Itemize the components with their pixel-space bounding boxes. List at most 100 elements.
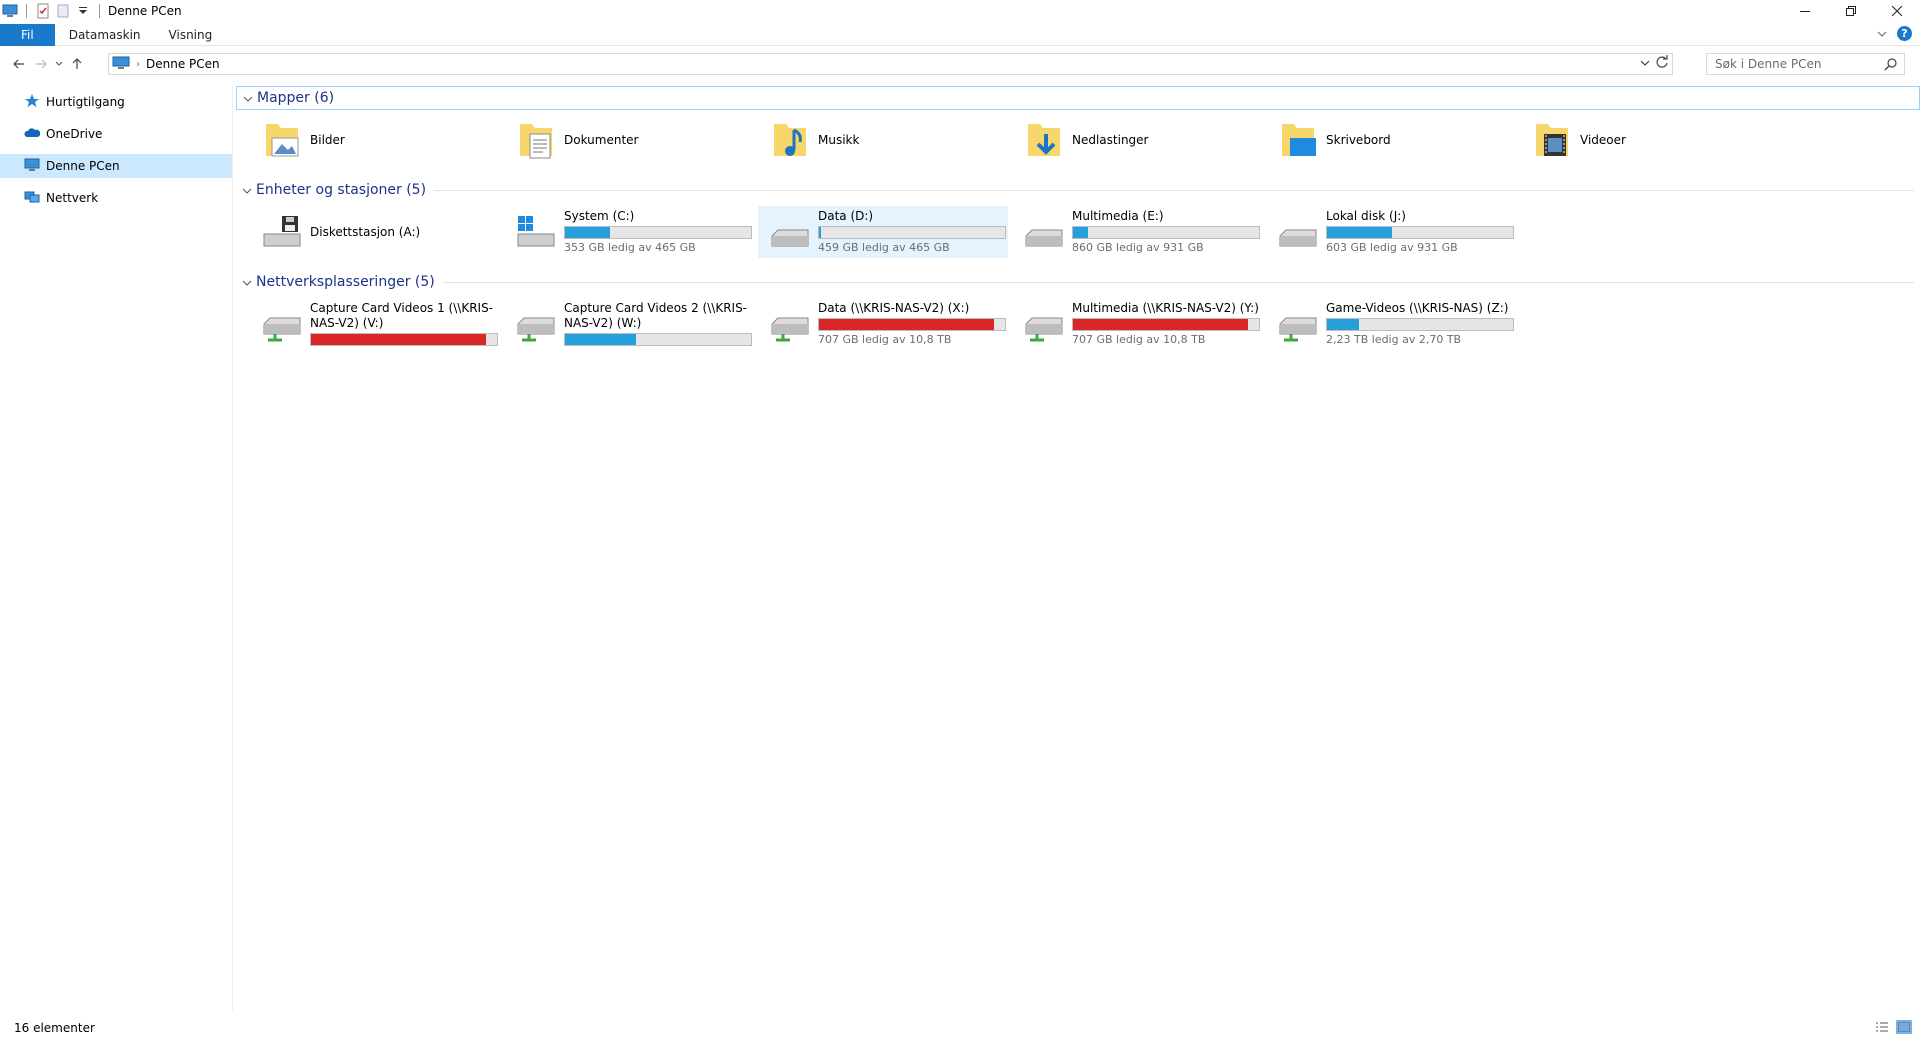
minimize-button[interactable] [1782, 0, 1828, 22]
cloud-icon [24, 125, 41, 144]
window-title: Denne PCen [108, 4, 182, 18]
sidebar-item-onedrive[interactable]: OneDrive [0, 122, 232, 146]
sidebar-item-network[interactable]: Nettverk [0, 186, 232, 210]
chevron-down-icon[interactable] [242, 276, 256, 289]
customize-toolbar-icon[interactable] [75, 3, 91, 19]
help-button[interactable]: ? [1897, 26, 1912, 41]
drive-usage-bar [310, 332, 498, 346]
up-button[interactable] [66, 53, 88, 75]
drive-name: Data (D:) [818, 209, 874, 223]
recent-locations-button[interactable] [52, 53, 66, 75]
search-box[interactable] [1706, 53, 1905, 75]
drive-tile[interactable]: Data (D:) 459 GB ledig av 465 GB [758, 206, 1008, 258]
network-drive-tile[interactable]: Game-Videos (\\KRIS-NAS) (Z:) 2,23 TB le… [1266, 298, 1516, 350]
back-button[interactable] [8, 53, 30, 75]
chevron-down-icon [55, 61, 63, 66]
drive-tile[interactable]: Multimedia (E:) 860 GB ledig av 931 GB [1012, 206, 1262, 258]
drive-name: Data (\\KRIS-NAS-V2) (X:) [818, 301, 970, 315]
network-icon [24, 189, 40, 208]
properties-icon[interactable] [35, 3, 51, 19]
folder-name: Videoer [1580, 132, 1626, 147]
folder-tile[interactable]: Skrivebord [1266, 114, 1516, 166]
drive-name: Multimedia (E:) [1072, 209, 1164, 223]
folder-name: Bilder [310, 132, 345, 147]
tab-computer[interactable]: Datamaskin [55, 24, 155, 46]
computer-icon[interactable] [2, 3, 18, 19]
close-button[interactable] [1874, 0, 1920, 22]
network-drive-icon [512, 300, 560, 348]
group-divider [442, 281, 1914, 283]
drive-usage-bar [1072, 226, 1260, 239]
expand-ribbon-icon[interactable] [1877, 27, 1887, 40]
sidebar-item-this-pc[interactable]: Denne PCen [0, 154, 232, 178]
folder-tile[interactable]: Videoer [1520, 114, 1770, 166]
large-icons-view-icon [1897, 1021, 1911, 1033]
drive-free-space: 2,23 TB ledig av 2,70 TB [1326, 333, 1462, 346]
folder-name: Skrivebord [1326, 132, 1391, 147]
documents-folder-icon [512, 116, 560, 164]
chevron-down-icon[interactable] [243, 92, 257, 105]
search-icon[interactable] [1884, 57, 1898, 74]
network-drive-tile[interactable]: Capture Card Videos 2 (\\KRIS-NAS-V2) (W… [504, 298, 754, 350]
new-folder-icon[interactable] [55, 3, 71, 19]
network-drive-icon [766, 300, 814, 348]
drive-tile[interactable]: Diskettstasjon (A:) [250, 206, 500, 258]
sidebar-item-quick-access[interactable]: Hurtigtilgang [0, 90, 232, 114]
tiles-view-button[interactable] [1896, 1020, 1912, 1034]
network-drive-tile[interactable]: Capture Card Videos 1 (\\KRIS-NAS-V2) (V… [250, 298, 500, 350]
drive-usage-fill [819, 319, 994, 330]
folder-tile[interactable]: Nedlastinger [1012, 114, 1262, 166]
quick-access-toolbar [0, 0, 104, 22]
ribbon-tabs: Fil Datamaskin Visning ? [0, 23, 1920, 46]
folder-tile[interactable]: Bilder [250, 114, 500, 166]
folder-tile[interactable]: Dokumenter [504, 114, 754, 166]
group-title: Nettverksplasseringer (5) [256, 274, 435, 290]
network-drive-tile[interactable]: Data (\\KRIS-NAS-V2) (X:) 707 GB ledig a… [758, 298, 1008, 350]
chevron-down-icon[interactable] [242, 184, 256, 197]
drive-usage-bar [818, 318, 1006, 331]
details-view-button[interactable] [1874, 1020, 1890, 1034]
up-arrow-icon [72, 58, 82, 69]
drive-name: Game-Videos (\\KRIS-NAS) (Z:) [1326, 301, 1509, 315]
refresh-icon[interactable] [1655, 55, 1669, 73]
address-bar[interactable]: › Denne PCen [108, 53, 1673, 75]
drive-usage-fill [565, 227, 610, 238]
drive-usage-bar [1326, 318, 1514, 331]
drive-name: Multimedia (\\KRIS-NAS-V2) (Y:) [1072, 301, 1259, 315]
group-header-network[interactable]: Nettverksplasseringer (5) [236, 270, 1920, 294]
group-header-folders[interactable]: Mapper (6) [236, 86, 1920, 110]
restore-button[interactable] [1828, 0, 1874, 22]
drive-tile[interactable]: System (C:) 353 GB ledig av 465 GB [504, 206, 754, 258]
downloads-folder-icon [1020, 116, 1068, 164]
navigation-pane: Hurtigtilgang OneDrive Denne PCen Nettve… [0, 86, 233, 1012]
forward-button[interactable] [30, 53, 52, 75]
tab-file[interactable]: Fil [0, 23, 55, 46]
breadcrumb-separator-icon[interactable]: › [136, 59, 140, 70]
folder-name: Musikk [818, 132, 860, 147]
drive-name: Diskettstasjon (A:) [310, 224, 421, 239]
toolbar-separator [99, 4, 100, 18]
computer-icon [24, 157, 40, 176]
navigation-bar: › Denne PCen [0, 51, 1920, 77]
breadcrumb-this-pc[interactable]: Denne PCen [146, 57, 220, 71]
folder-tile[interactable]: Musikk [758, 114, 1008, 166]
star-icon [24, 93, 40, 112]
sidebar-item-label: OneDrive [46, 127, 103, 141]
drive-free-space: 353 GB ledig av 465 GB [564, 241, 696, 254]
drive-name: System (C:) [564, 209, 635, 223]
title-bar: Denne PCen [0, 0, 1920, 22]
drive-usage-fill [1327, 227, 1393, 238]
network-drive-tile[interactable]: Multimedia (\\KRIS-NAS-V2) (Y:) 707 GB l… [1012, 298, 1262, 350]
address-dropdown-icon[interactable] [1640, 56, 1650, 69]
view-switcher [1874, 1020, 1912, 1034]
drive-tile[interactable]: Lokal disk (J:) 603 GB ledig av 931 GB [1266, 206, 1516, 258]
group-header-devices[interactable]: Enheter og stasjoner (5) [236, 178, 1920, 202]
network-drive-icon [1274, 300, 1322, 348]
floppy-drive-icon [258, 208, 306, 256]
tab-view[interactable]: Visning [155, 24, 227, 46]
search-input[interactable] [1715, 57, 1875, 71]
drive-free-space: 707 GB ledig av 10,8 TB [818, 333, 952, 346]
hard-drive-icon [1020, 208, 1068, 256]
item-count: 16 elementer [14, 1021, 95, 1035]
drive-free-space: 603 GB ledig av 931 GB [1326, 241, 1458, 254]
